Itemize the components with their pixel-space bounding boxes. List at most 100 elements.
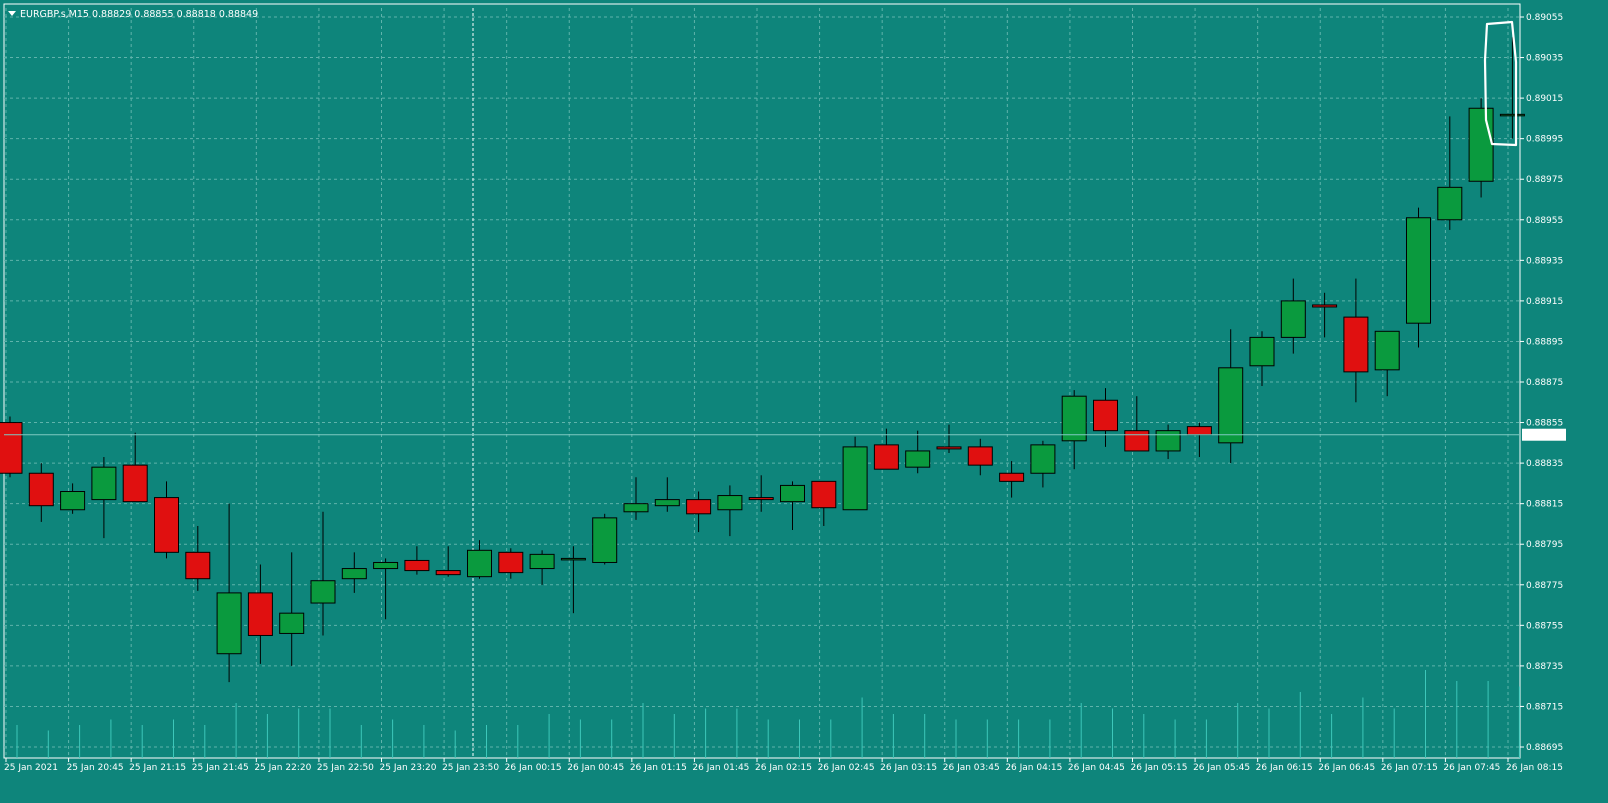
x-tick-label: 26 Jan 04:45 bbox=[1068, 763, 1125, 773]
candle-body bbox=[310, 580, 336, 604]
candle-body bbox=[28, 472, 54, 507]
candle-body bbox=[560, 557, 586, 561]
x-tick-label: 26 Jan 02:15 bbox=[755, 763, 812, 773]
dropdown-triangle-icon[interactable] bbox=[8, 11, 16, 16]
candle-body bbox=[0, 422, 23, 474]
candle-body bbox=[999, 472, 1025, 482]
candle-body bbox=[498, 551, 524, 574]
y-tick-label: 0.88995 bbox=[1526, 135, 1563, 145]
y-tick-label: 0.88795 bbox=[1526, 540, 1563, 550]
candle-body bbox=[91, 466, 117, 501]
candle-body bbox=[60, 491, 86, 511]
candle-body bbox=[967, 446, 993, 466]
candle-body bbox=[122, 464, 148, 503]
candle-body bbox=[1374, 330, 1400, 371]
candle-body bbox=[592, 517, 618, 563]
symbol-header: EURGBP.s,M15 0.88829 0.88855 0.88818 0.88849 bbox=[8, 9, 261, 20]
open-value: 0.88829 bbox=[91, 9, 132, 20]
x-tick-label: 25 Jan 20:45 bbox=[67, 763, 124, 773]
candle-body bbox=[1061, 395, 1087, 442]
candle-body bbox=[686, 499, 712, 515]
candle-body bbox=[1312, 304, 1338, 308]
x-tick-label: 26 Jan 03:15 bbox=[880, 763, 937, 773]
y-tick-label: 0.89035 bbox=[1526, 54, 1563, 64]
y-tick-label: 0.88755 bbox=[1526, 621, 1563, 631]
candle-body bbox=[936, 446, 962, 450]
x-tick-label: 26 Jan 07:15 bbox=[1381, 763, 1438, 773]
x-tick-label: 26 Jan 01:15 bbox=[630, 763, 687, 773]
candle-body bbox=[435, 570, 461, 576]
candle-body bbox=[373, 561, 399, 570]
candle-body bbox=[404, 559, 430, 572]
x-tick-label: 26 Jan 06:45 bbox=[1318, 763, 1375, 773]
candle-body bbox=[780, 484, 805, 503]
candle-body bbox=[1124, 430, 1150, 452]
y-tick-label: 0.88835 bbox=[1526, 459, 1563, 469]
y-tick-label: 0.88955 bbox=[1526, 216, 1563, 226]
y-tick-label: 0.89055 bbox=[1526, 13, 1563, 23]
y-tick-label: 0.88915 bbox=[1526, 297, 1563, 307]
x-tick-label: 26 Jan 00:45 bbox=[567, 763, 624, 773]
candle-body bbox=[1218, 367, 1244, 444]
y-tick-label: 0.88815 bbox=[1526, 500, 1563, 510]
x-tick-label: 26 Jan 07:45 bbox=[1443, 763, 1500, 773]
y-tick-label: 0.88895 bbox=[1526, 337, 1563, 347]
candle-body bbox=[1468, 107, 1494, 182]
x-tick-label: 26 Jan 02:45 bbox=[818, 763, 875, 773]
candle-body bbox=[842, 446, 868, 511]
x-tick-label: 26 Jan 04:15 bbox=[1005, 763, 1062, 773]
candle-body bbox=[905, 450, 931, 468]
y-tick-label: 0.88975 bbox=[1526, 175, 1563, 185]
candle-body bbox=[1249, 336, 1275, 367]
y-tick-label: 0.89015 bbox=[1526, 94, 1563, 104]
x-tick-label: 25 Jan 2021 bbox=[4, 763, 58, 773]
candle-body bbox=[1437, 186, 1463, 221]
chart-window[interactable]: 0.89055 0.89035 0.89015 0.88995 0.88975 0.889… bbox=[0, 0, 1608, 803]
x-tick-label: 25 Jan 23:50 bbox=[442, 763, 499, 773]
candle-body bbox=[873, 444, 899, 470]
candlestick-chart[interactable]: 0.89055 0.89035 0.89015 0.88995 0.88975 0.889… bbox=[0, 0, 1608, 803]
x-tick-label: 26 Jan 00:15 bbox=[505, 763, 562, 773]
y-tick-label: 0.88775 bbox=[1526, 581, 1563, 591]
y-tick-label: 0.88935 bbox=[1526, 256, 1563, 266]
candle-body bbox=[1280, 300, 1306, 338]
candle-body bbox=[654, 499, 680, 507]
x-tick-label: 25 Jan 22:20 bbox=[254, 763, 311, 773]
candle-body bbox=[1155, 430, 1181, 452]
close-value: 0.88849 bbox=[218, 9, 259, 20]
x-tick-label: 26 Jan 03:45 bbox=[943, 763, 1000, 773]
candle-body bbox=[154, 497, 179, 553]
x-tick-label: 26 Jan 05:45 bbox=[1193, 763, 1250, 773]
low-value: 0.88818 bbox=[176, 9, 216, 20]
candle-body bbox=[1406, 217, 1431, 324]
y-tick-label: 0.88875 bbox=[1526, 378, 1563, 388]
candle-body bbox=[717, 495, 743, 511]
y-tick-label: 0.88855 bbox=[1526, 419, 1563, 429]
candle-body bbox=[341, 568, 367, 580]
candle-body bbox=[185, 551, 211, 580]
candle-body bbox=[1093, 399, 1118, 432]
candle-body bbox=[1499, 113, 1525, 117]
candle-body bbox=[1186, 426, 1212, 436]
candle-body bbox=[811, 480, 837, 509]
candle-body bbox=[623, 503, 649, 513]
current-price-label: 0.88849 bbox=[1525, 431, 1562, 441]
candle-body bbox=[279, 612, 305, 634]
candle-body bbox=[467, 549, 492, 578]
candle-body bbox=[1343, 316, 1369, 373]
candle-body bbox=[1030, 444, 1056, 474]
candle-body bbox=[529, 553, 555, 570]
symbol-label: EURGBP.s,M15 bbox=[20, 9, 89, 20]
candle-body bbox=[216, 592, 242, 655]
x-tick-label: 26 Jan 01:45 bbox=[692, 763, 749, 773]
candle-body bbox=[247, 592, 273, 636]
x-tick-label: 26 Jan 08:15 bbox=[1506, 763, 1563, 773]
x-tick-label: 25 Jan 21:15 bbox=[129, 763, 186, 773]
x-tick-label: 25 Jan 23:20 bbox=[380, 763, 437, 773]
y-tick-label: 0.88695 bbox=[1526, 743, 1563, 753]
x-tick-label: 26 Jan 06:15 bbox=[1256, 763, 1313, 773]
high-value: 0.88855 bbox=[134, 9, 174, 20]
y-tick-label: 0.88735 bbox=[1526, 662, 1563, 672]
x-tick-label: 25 Jan 21:45 bbox=[192, 763, 249, 773]
y-tick-label: 0.88715 bbox=[1526, 702, 1563, 712]
